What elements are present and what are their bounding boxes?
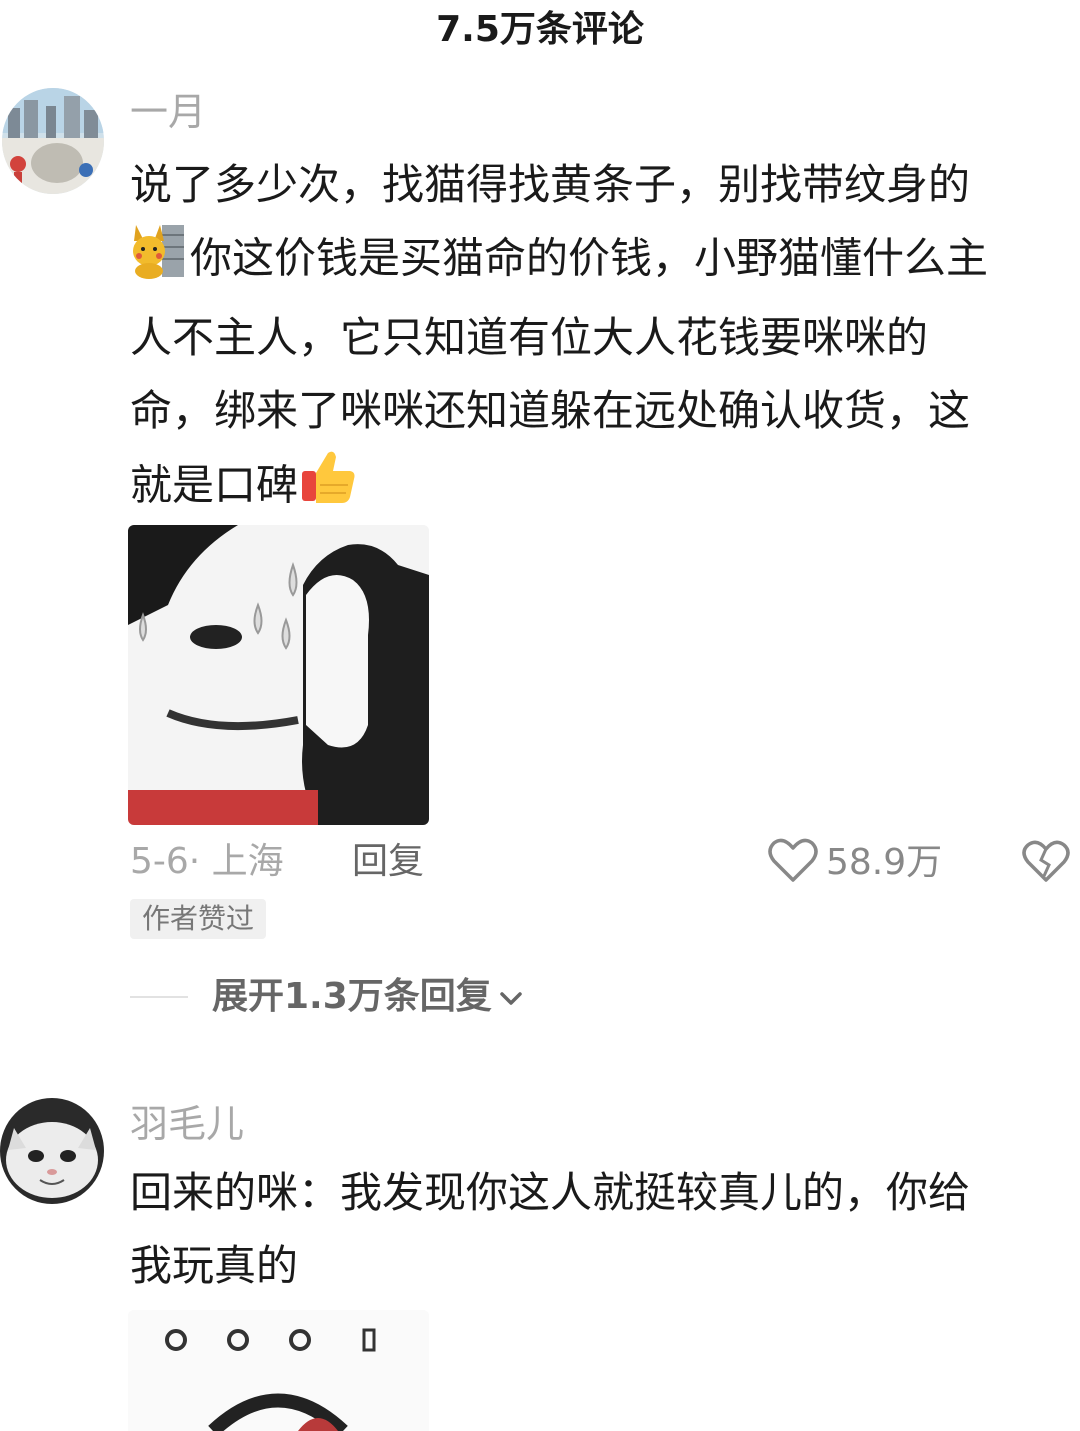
expand-replies-label: 展开1.3万条回复 (212, 976, 492, 1017)
comment-line: 命，绑来了咪咪还知道躲在远处确认收货，这 (130, 386, 971, 435)
comment-date-location: 5-6· 上海 (130, 841, 284, 882)
meme-sticker (128, 525, 429, 825)
avatar[interactable] (0, 1098, 104, 1204)
comments-count-title: 7.5万条评论 (436, 9, 644, 50)
comment-line: 我玩真的 (130, 1241, 299, 1290)
comment-text: 回来的咪：我发现你这人就挺较真儿的，你给 我玩真的 (130, 1156, 1070, 1302)
meme-sticker (128, 1310, 429, 1431)
like-button[interactable]: 58.9万 (768, 838, 942, 888)
comment-line: 就是口碑 (130, 447, 1070, 529)
comment-text: 说了多少次，找猫得找黄条子，别找带纹身的 你这价钱是买猫命的价钱，小野猫懂什么主… (130, 148, 1070, 529)
avatar[interactable] (2, 88, 104, 194)
comment-image[interactable] (128, 525, 429, 825)
comment-line: 回来的咪：我发现你这人就挺较真儿的，你给 (130, 1168, 971, 1217)
comment-line-text: 你这价钱是买猫命的价钱，小野猫懂什么主 (190, 233, 989, 283)
comment-line-text: 就是口碑 (130, 460, 299, 510)
comment-line: 说了多少次，找猫得找黄条子，别找带纹身的 (130, 160, 971, 209)
username[interactable]: 羽毛儿 (130, 1102, 244, 1146)
pikachu-emoji-icon (130, 221, 186, 301)
avatar-photo (2, 88, 104, 194)
divider (130, 996, 188, 998)
heart-icon (768, 838, 818, 888)
expand-replies-button[interactable]: 展开1.3万条回复 (212, 975, 524, 1019)
author-liked-badge: 作者赞过 (130, 899, 267, 939)
username[interactable]: 一月 (130, 90, 206, 134)
like-count: 58.9万 (826, 842, 943, 883)
comment-image[interactable] (128, 1310, 429, 1431)
thumbs-up-emoji-icon (298, 447, 358, 529)
comment-line: 人不主人，它只知道有位大人花钱要咪咪的 (130, 313, 929, 362)
chevron-down-icon (498, 975, 524, 1019)
reply-button[interactable]: 回复 (352, 840, 424, 884)
dislike-button[interactable] (1022, 840, 1070, 888)
broken-heart-icon (1022, 840, 1070, 888)
comment-line: 你这价钱是买猫命的价钱，小野猫懂什么主 (130, 221, 1070, 301)
avatar-photo (0, 1098, 104, 1204)
